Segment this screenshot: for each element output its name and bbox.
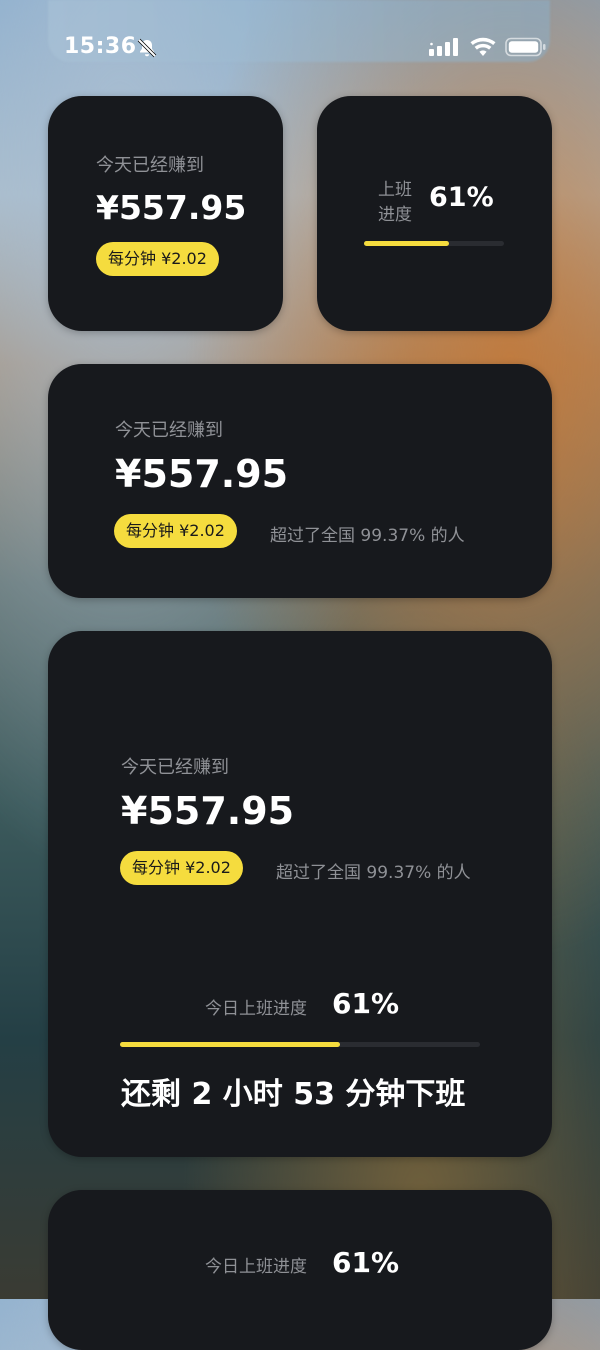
progress-percent: 61% xyxy=(332,987,400,1020)
progress-label-line1: 上班 xyxy=(378,180,412,200)
progress-percent: 61% xyxy=(429,182,494,213)
progress-bar-fill xyxy=(364,241,450,246)
rank-text: 超过了全国 99.37% 的人 xyxy=(276,863,471,883)
widget-medium-earnings[interactable]: 今天已经赚到 ¥557.95 每分钟 ¥2.02 超过了全国 99.37% 的人 xyxy=(48,364,552,598)
earned-amount: ¥557.95 xyxy=(121,789,295,833)
wifi-icon xyxy=(470,37,496,61)
earned-today-label: 今天已经赚到 xyxy=(121,757,229,778)
status-time: 15:36 xyxy=(64,34,137,59)
progress-label: 今日上班进度 xyxy=(205,999,307,1019)
progress-bar-fill xyxy=(120,1042,340,1047)
progress-percent: 61% xyxy=(332,1246,400,1279)
widget-large[interactable]: 今天已经赚到 ¥557.95 每分钟 ¥2.02 超过了全国 99.37% 的人… xyxy=(48,631,552,1157)
widget-small-earnings[interactable]: 今天已经赚到 ¥557.95 每分钟 ¥2.02 xyxy=(48,96,283,331)
earned-today-label: 今天已经赚到 xyxy=(115,420,223,441)
progress-label: 今日上班进度 xyxy=(205,1257,307,1277)
progress-label-line2: 进度 xyxy=(378,205,412,225)
remaining-time-text: 还剩 2 小时 53 分钟下班 xyxy=(121,1077,466,1112)
earned-amount: ¥557.95 xyxy=(115,452,289,496)
status-bar: 15:36 xyxy=(0,0,600,96)
progress-bar xyxy=(120,1042,480,1047)
bell-slash-icon xyxy=(136,37,158,63)
widget-small-progress[interactable]: 上班 进度 61% xyxy=(317,96,552,331)
per-minute-badge: 每分钟 ¥2.02 xyxy=(120,851,243,885)
progress-bar xyxy=(364,241,504,246)
battery-icon xyxy=(505,37,547,61)
per-minute-badge: 每分钟 ¥2.02 xyxy=(114,514,237,548)
widget-bottom-progress[interactable]: 今日上班进度 61% xyxy=(48,1190,552,1350)
rank-text: 超过了全国 99.37% 的人 xyxy=(270,526,465,546)
earned-amount: ¥557.95 xyxy=(96,188,247,227)
earned-today-label: 今天已经赚到 xyxy=(96,155,204,176)
cellular-signal-icon xyxy=(429,38,461,60)
per-minute-badge: 每分钟 ¥2.02 xyxy=(96,242,219,276)
